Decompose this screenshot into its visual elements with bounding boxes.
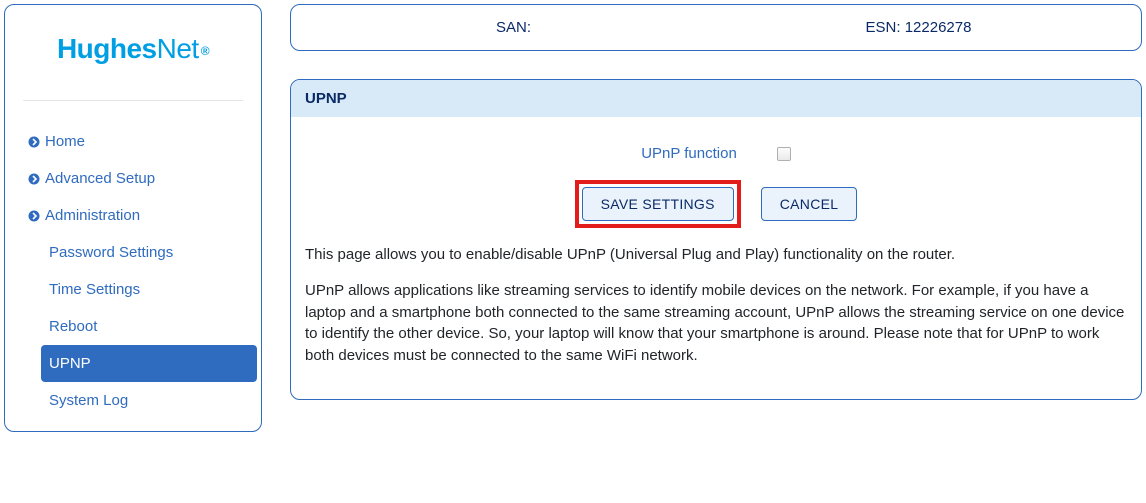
chevron-right-icon <box>27 135 41 149</box>
subnav-reboot[interactable]: Reboot <box>41 308 261 345</box>
esn-label: ESN: 12226278 <box>866 19 972 36</box>
nav-admin-label: Administration <box>45 207 140 224</box>
button-row: SAVE SETTINGS CANCEL <box>305 180 1127 228</box>
nav-advanced-label: Advanced Setup <box>45 170 155 187</box>
subnav-system-log[interactable]: System Log <box>41 382 261 419</box>
description: This page allows you to enable/disable U… <box>305 244 1127 367</box>
subnav-time-label: Time Settings <box>49 281 140 298</box>
description-para-1: This page allows you to enable/disable U… <box>305 244 1127 266</box>
subnav-syslog-label: System Log <box>49 392 128 409</box>
description-para-2: UPnP allows applications like streaming … <box>305 280 1127 367</box>
brand-secondary: Net <box>157 33 199 64</box>
subnav-upnp-label: UPNP <box>49 355 91 372</box>
save-highlight-frame: SAVE SETTINGS <box>575 180 741 228</box>
esn-field: ESN: 12226278 <box>716 19 1121 36</box>
info-bar: SAN: ESN: 12226278 <box>290 4 1142 51</box>
brand-dot: ® <box>201 44 209 58</box>
nav-advanced-setup[interactable]: Advanced Setup <box>19 160 247 197</box>
chevron-right-icon <box>27 172 41 186</box>
san-label: SAN: <box>496 19 531 36</box>
san-field: SAN: <box>311 19 716 36</box>
subnav-password-settings[interactable]: Password Settings <box>41 234 261 271</box>
subnav-time-settings[interactable]: Time Settings <box>41 271 261 308</box>
nav-home[interactable]: Home <box>19 123 247 160</box>
chevron-right-icon <box>27 209 41 223</box>
nav-home-label: Home <box>45 133 85 150</box>
cancel-button[interactable]: CANCEL <box>761 187 858 221</box>
brand-logo: HughesNet® <box>5 5 261 86</box>
subnav-reboot-label: Reboot <box>49 318 97 335</box>
upnp-panel: UPNP UPnP function SAVE SETTINGS CANCEL … <box>290 79 1142 400</box>
sidebar: HughesNet® Home Advanced Setup A <box>4 4 262 432</box>
subnav-upnp[interactable]: UPNP <box>41 345 257 382</box>
panel-title: UPNP <box>291 80 1141 117</box>
upnp-form-row: UPnP function <box>305 145 1127 162</box>
subnav-password-label: Password Settings <box>49 244 173 261</box>
upnp-function-checkbox[interactable] <box>777 147 791 161</box>
main-content: SAN: ESN: 12226278 UPNP UPnP function SA… <box>290 4 1142 400</box>
nav-administration[interactable]: Administration <box>19 197 247 234</box>
upnp-function-label: UPnP function <box>641 145 737 162</box>
sidebar-divider <box>23 100 243 101</box>
save-settings-button[interactable]: SAVE SETTINGS <box>582 187 734 221</box>
brand-primary: Hughes <box>57 33 157 64</box>
